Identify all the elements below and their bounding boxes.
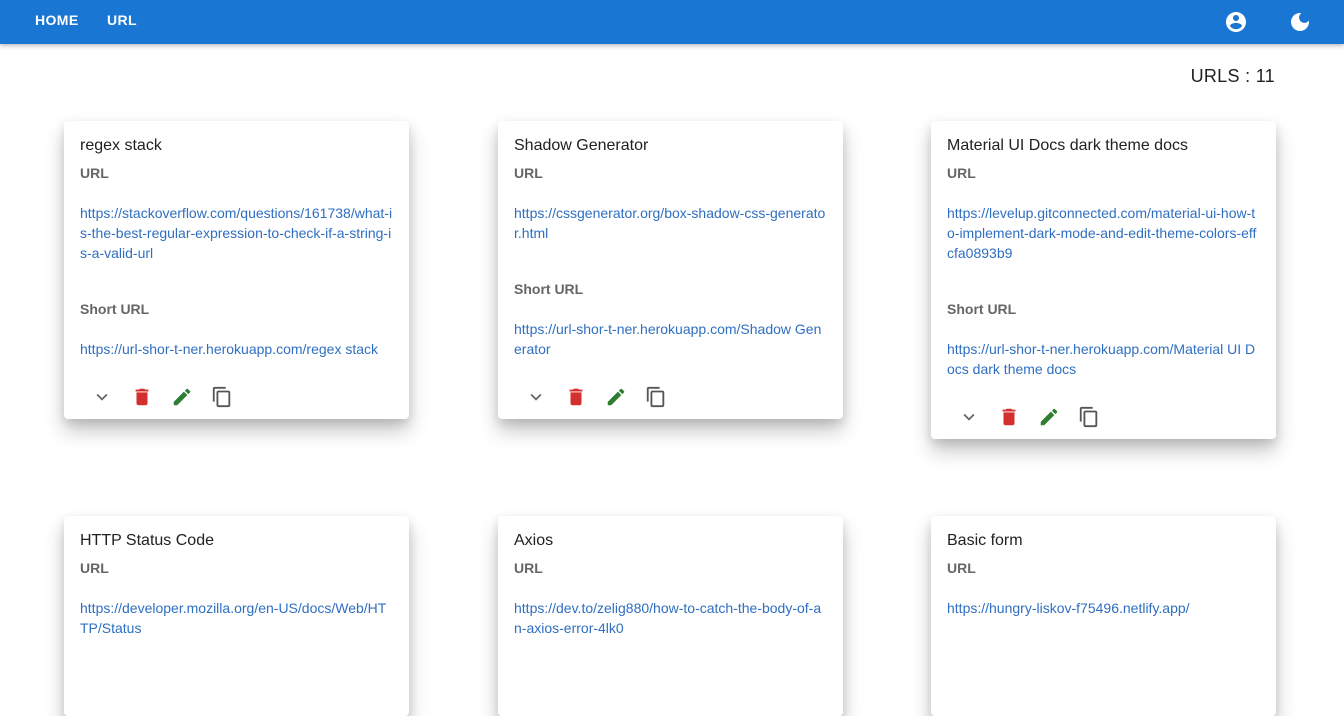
expand-button[interactable] (82, 377, 122, 417)
short-url-link[interactable]: https://url-shor-t-ner.herokuapp.com/reg… (80, 339, 393, 359)
pencil-icon (607, 388, 625, 406)
url-card: Basic form URL https://hungry-liskov-f75… (931, 516, 1276, 716)
url-card: Material UI Docs dark theme docs URL htt… (931, 121, 1276, 439)
url-count-value: 11 (1255, 66, 1275, 86)
edit-button[interactable] (596, 377, 636, 417)
delete-button[interactable] (122, 377, 162, 417)
url-label: URL (514, 560, 543, 576)
nav-home-link[interactable]: HOME (35, 12, 79, 28)
card-actions (82, 375, 393, 419)
url-link[interactable]: https://cssgenerator.org/box-shadow-css-… (514, 203, 827, 243)
url-count-label: URLS : (1190, 66, 1256, 86)
pencil-icon (173, 388, 191, 406)
card-title: Material UI Docs dark theme docs (947, 137, 1188, 154)
short-url-link[interactable]: https://url-shor-t-ner.herokuapp.com/Sha… (514, 319, 827, 359)
trash-icon (569, 388, 583, 406)
dark-mode-moon-icon[interactable] (1288, 10, 1312, 34)
short-url-link[interactable]: https://url-shor-t-ner.herokuapp.com/Mat… (947, 339, 1260, 379)
chevron-down-icon (530, 393, 542, 401)
nav-url-link[interactable]: URL (107, 12, 137, 28)
url-label: URL (80, 165, 109, 181)
url-label: URL (80, 560, 109, 576)
url-link[interactable]: https://dev.to/zelig880/how-to-catch-the… (514, 598, 827, 638)
chevron-down-icon (96, 393, 108, 401)
url-link[interactable]: https://developer.mozilla.org/en-US/docs… (80, 598, 393, 638)
url-link[interactable]: https://stackoverflow.com/questions/1617… (80, 203, 393, 263)
url-label: URL (947, 560, 976, 576)
copy-button[interactable] (636, 377, 676, 417)
url-label: URL (947, 165, 976, 181)
delete-button[interactable] (989, 397, 1029, 437)
pencil-icon (1040, 408, 1058, 426)
url-count: URLS : 11 (1191, 66, 1275, 87)
card-title: Axios (514, 532, 554, 549)
url-card: Axios URL https://dev.to/zelig880/how-to… (498, 516, 843, 716)
short-url-label: Short URL (947, 301, 1017, 317)
trash-icon (1002, 408, 1016, 426)
trash-icon (135, 388, 149, 406)
edit-button[interactable] (1029, 397, 1069, 437)
url-card: HTTP Status Code URL https://developer.m… (64, 516, 409, 716)
short-url-label: Short URL (514, 281, 584, 297)
account-circle-icon[interactable] (1224, 10, 1248, 34)
short-url-label: Short URL (80, 301, 150, 317)
card-title: HTTP Status Code (80, 532, 214, 549)
expand-button[interactable] (949, 397, 989, 437)
url-card: Shadow Generator URL https://cssgenerato… (498, 121, 843, 419)
card-title: regex stack (80, 137, 162, 154)
copy-icon (1079, 406, 1098, 428)
card-actions (949, 395, 1260, 439)
url-link[interactable]: https://levelup.gitconnected.com/materia… (947, 203, 1260, 263)
copy-button[interactable] (1069, 397, 1109, 437)
card-title: Basic form (947, 532, 1023, 549)
copy-button[interactable] (202, 377, 242, 417)
edit-button[interactable] (162, 377, 202, 417)
chevron-down-icon (963, 413, 975, 421)
expand-button[interactable] (516, 377, 556, 417)
card-actions (516, 375, 827, 419)
delete-button[interactable] (556, 377, 596, 417)
app-bar: HOME URL (0, 0, 1344, 44)
url-card: regex stack URL https://stackoverflow.co… (64, 121, 409, 419)
copy-icon (646, 386, 665, 408)
copy-icon (212, 386, 231, 408)
card-title: Shadow Generator (514, 137, 649, 154)
url-link[interactable]: https://hungry-liskov-f75496.netlify.app… (947, 598, 1260, 618)
url-label: URL (514, 165, 543, 181)
